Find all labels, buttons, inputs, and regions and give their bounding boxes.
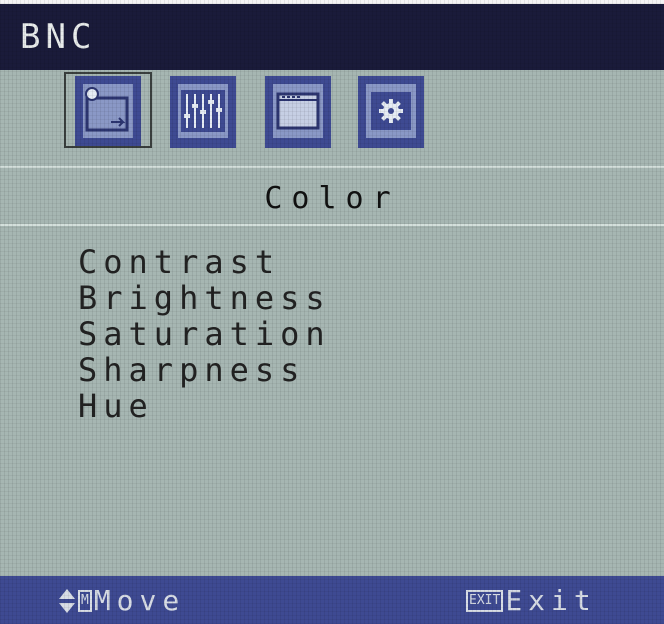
footer-bar: M Move EXIT Exit xyxy=(0,576,664,624)
divider-bottom xyxy=(0,224,664,226)
menu-key-icon: M xyxy=(78,590,92,612)
tab-row xyxy=(0,70,664,166)
section-title: Color xyxy=(264,181,400,216)
window-screen-icon xyxy=(273,84,323,138)
color-menu: Contrast Brightness Saturation Sharpness… xyxy=(78,244,331,424)
tab-audio-levels[interactable] xyxy=(170,76,236,148)
up-down-arrow-icon xyxy=(59,589,75,613)
divider-top xyxy=(0,166,664,168)
menu-item-hue[interactable]: Hue xyxy=(78,388,331,424)
title-bar: BNC xyxy=(0,4,664,70)
menu-item-contrast[interactable]: Contrast xyxy=(78,244,331,280)
move-hint: M Move xyxy=(58,584,185,618)
exit-key-icon: EXIT xyxy=(466,590,504,612)
equalizer-sliders-icon xyxy=(178,84,228,138)
selected-tab-frame xyxy=(64,72,152,148)
menu-item-sharpness[interactable]: Sharpness xyxy=(78,352,331,388)
menu-item-saturation[interactable]: Saturation xyxy=(78,316,331,352)
tab-display[interactable] xyxy=(265,76,331,148)
tab-settings[interactable] xyxy=(358,76,424,148)
exit-hint: EXIT Exit xyxy=(466,584,597,618)
gear-settings-icon xyxy=(366,84,416,138)
source-label: BNC xyxy=(20,17,97,57)
menu-item-brightness[interactable]: Brightness xyxy=(78,280,331,316)
osd-screen: BNC Color Contrast Brightness Saturation… xyxy=(0,0,664,624)
move-label: Move xyxy=(93,584,186,617)
exit-label: Exit xyxy=(505,584,597,617)
